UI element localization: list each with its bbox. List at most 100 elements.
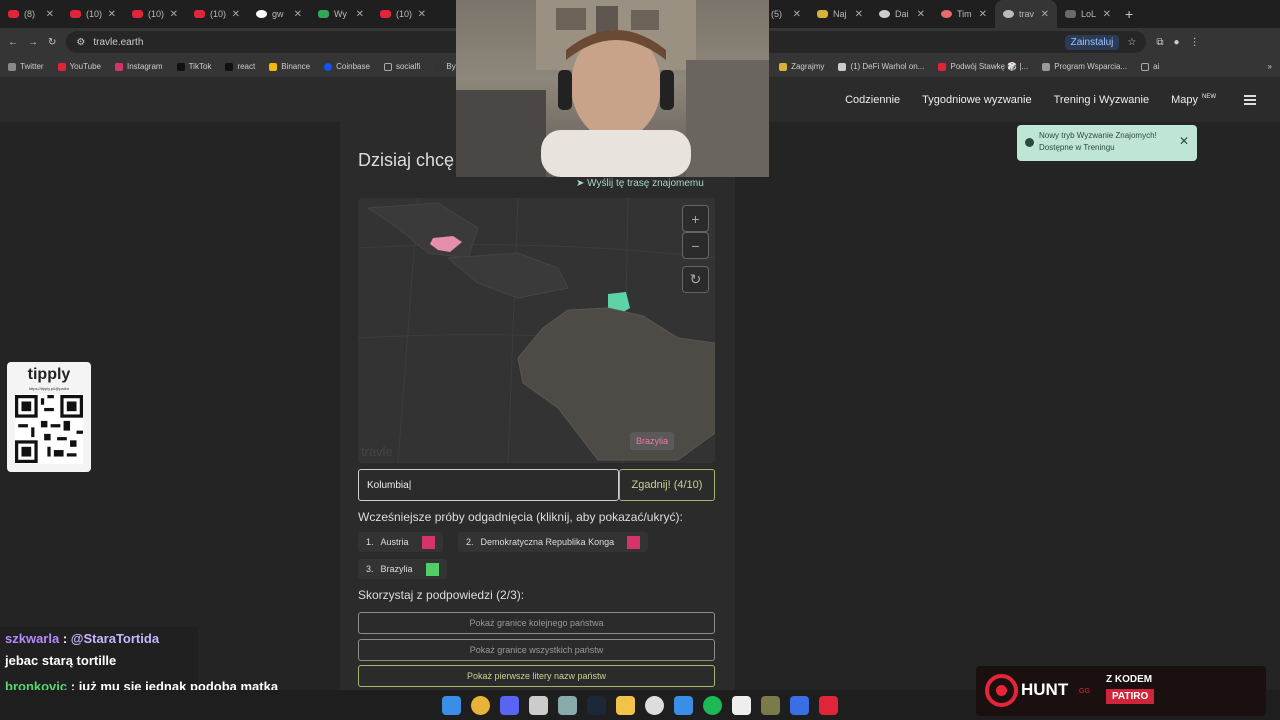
app-icon[interactable] bbox=[674, 695, 693, 715]
close-icon[interactable]: ✕ bbox=[1103, 9, 1111, 20]
app-icon[interactable] bbox=[761, 695, 780, 715]
bookmark-zagrajmy[interactable]: Zagrajmy bbox=[779, 62, 824, 71]
close-icon[interactable]: ✕ bbox=[979, 9, 987, 20]
bookmark-coinbase[interactable]: Coinbase bbox=[324, 62, 370, 71]
tab-1[interactable]: (8) ✕ bbox=[0, 0, 62, 28]
spotify-icon[interactable] bbox=[703, 695, 722, 715]
page-icon bbox=[1042, 62, 1051, 71]
webcam-feed bbox=[456, 0, 769, 177]
previous-guess-item[interactable]: 2. Demokratyczna Republika Konga bbox=[458, 532, 649, 552]
close-icon[interactable]: ✕ bbox=[170, 9, 178, 20]
tab-6[interactable]: Wy ✕ bbox=[310, 0, 372, 28]
profile-icon[interactable]: ● bbox=[1174, 37, 1180, 48]
chrome-icon[interactable] bbox=[471, 695, 490, 715]
tab-4[interactable]: (10) ✕ bbox=[186, 0, 248, 28]
share-route-link[interactable]: ➤ Wyślij tę trasę znajomemu bbox=[576, 178, 704, 189]
forward-icon[interactable]: → bbox=[28, 37, 38, 48]
tab-2[interactable]: (10) ✕ bbox=[62, 0, 124, 28]
chevron-right-icon[interactable]: » bbox=[1268, 62, 1272, 71]
close-icon[interactable]: ✕ bbox=[855, 9, 863, 20]
app-icon[interactable] bbox=[819, 695, 838, 715]
close-icon[interactable]: ✕ bbox=[108, 9, 116, 20]
bookmark-program-wsparcia[interactable]: Program Wsparcia... bbox=[1042, 62, 1127, 71]
hint-all-borders-button[interactable]: Pokaż granice wszystkich państw bbox=[358, 639, 715, 661]
tab-5[interactable]: gw ✕ bbox=[248, 0, 310, 28]
hamburger-menu-icon[interactable] bbox=[1244, 95, 1256, 105]
chat-message: szkwarla : @StaraTortida bbox=[5, 631, 160, 646]
previous-guess-item[interactable]: 1. Austria bbox=[358, 532, 443, 552]
install-button[interactable]: Zainstaluj bbox=[1064, 34, 1120, 50]
tab-13[interactable]: LoL ✕ bbox=[1057, 0, 1119, 28]
bookmark-socialfi[interactable]: socialfi bbox=[383, 62, 420, 71]
map-watermark: travle bbox=[361, 444, 393, 459]
close-icon[interactable]: ✕ bbox=[793, 9, 801, 20]
zoom-in-button[interactable]: + bbox=[682, 205, 709, 232]
close-icon[interactable]: ✕ bbox=[232, 9, 240, 20]
close-icon[interactable]: ✕ bbox=[1179, 135, 1189, 147]
star-icon[interactable]: ☆ bbox=[1127, 37, 1136, 48]
close-icon[interactable]: ✕ bbox=[356, 9, 364, 20]
reload-icon[interactable]: ↻ bbox=[48, 37, 56, 48]
close-icon[interactable]: ✕ bbox=[1041, 9, 1049, 20]
menu-icon[interactable]: ⋮ bbox=[1190, 37, 1200, 48]
page-icon bbox=[941, 10, 952, 18]
app-icon[interactable] bbox=[732, 695, 751, 715]
nav-codziennie[interactable]: Codziennie bbox=[845, 94, 900, 106]
app-icon[interactable] bbox=[790, 695, 809, 715]
bookmark-instagram[interactable]: Instagram bbox=[115, 62, 163, 71]
tab-10[interactable]: Dai ✕ bbox=[871, 0, 933, 28]
close-icon[interactable]: ✕ bbox=[917, 9, 925, 20]
previous-guesses-toggle[interactable]: Wcześniejsze próby odgadnięcia (kliknij,… bbox=[358, 510, 683, 524]
bookmark-defi-warhol[interactable]: (1) DeFi Warhol on... bbox=[838, 62, 924, 71]
close-icon[interactable]: ✕ bbox=[418, 9, 426, 20]
text-cursor: | bbox=[408, 479, 412, 491]
site-info-icon[interactable]: ⚙ bbox=[76, 37, 85, 48]
bookmark-ai[interactable]: ai bbox=[1141, 62, 1159, 71]
back-icon[interactable]: ← bbox=[8, 37, 18, 48]
new-tab-button[interactable]: + bbox=[1125, 6, 1133, 22]
hunt-logo-icon bbox=[985, 674, 1018, 707]
bookmark-twitter[interactable]: Twitter bbox=[8, 62, 44, 71]
wrong-guess-swatch bbox=[627, 535, 641, 549]
tab-9[interactable]: Naj ✕ bbox=[809, 0, 871, 28]
tab-7[interactable]: (10) ✕ bbox=[372, 0, 434, 28]
folder-icon[interactable] bbox=[616, 695, 635, 715]
tab-11[interactable]: Tim ✕ bbox=[933, 0, 995, 28]
app-icon[interactable] bbox=[529, 695, 548, 715]
app-icon[interactable] bbox=[558, 695, 577, 715]
nav-mapy[interactable]: Mapy NEW bbox=[1171, 94, 1216, 106]
nav-tygodniowe-wyzwanie[interactable]: Tygodniowe wyzwanie bbox=[922, 94, 1031, 106]
tab-travle-active[interactable]: trav ✕ bbox=[995, 0, 1057, 28]
hint-next-border-button[interactable]: Pokaż granice kolejnego państwa bbox=[358, 612, 715, 634]
zoom-out-button[interactable]: − bbox=[682, 232, 709, 259]
previous-guess-item[interactable]: 3. Brazylia bbox=[358, 559, 447, 579]
extensions-icon[interactable]: ⧉ bbox=[1156, 37, 1163, 48]
bookmark-podwoj-stawke[interactable]: Podwój Stawkę 🎲 |... bbox=[938, 62, 1028, 71]
bookmark-youtube[interactable]: YouTube bbox=[57, 62, 101, 71]
nav-trening-i-wyzwanie[interactable]: Trening i Wyzwanie bbox=[1054, 94, 1149, 106]
steam-icon[interactable] bbox=[587, 695, 606, 715]
bookmark-tiktok[interactable]: TikTok bbox=[176, 62, 211, 71]
hints-title: Skorzystaj z podpowiedzi (2/3): bbox=[358, 588, 525, 602]
bookmark-binance[interactable]: Binance bbox=[269, 62, 310, 71]
app-icon[interactable] bbox=[645, 695, 664, 715]
guess-input[interactable]: Kolumbia | bbox=[358, 469, 619, 501]
youtube-icon bbox=[380, 10, 391, 18]
folder-icon bbox=[1141, 62, 1150, 71]
guess-button[interactable]: Zgadnij! (4/10) bbox=[619, 469, 715, 501]
discord-icon[interactable] bbox=[500, 695, 519, 715]
map[interactable]: + − ↻ travle Brazylia bbox=[358, 198, 715, 463]
medal-icon bbox=[1025, 138, 1034, 147]
chat-mention: @StaraTortida bbox=[70, 631, 160, 646]
reset-map-button[interactable]: ↻ bbox=[682, 266, 709, 293]
bookmark-react[interactable]: react bbox=[225, 62, 255, 71]
hint-first-letters-button[interactable]: Pokaż pierwsze litery nazw państw bbox=[358, 665, 715, 687]
page-icon bbox=[938, 62, 947, 71]
map-canvas bbox=[358, 198, 715, 463]
start-icon[interactable] bbox=[442, 695, 461, 715]
tab-3[interactable]: (10) ✕ bbox=[124, 0, 186, 28]
close-icon[interactable]: ✕ bbox=[46, 9, 54, 20]
chat-username: szkwarla bbox=[5, 631, 60, 646]
close-icon[interactable]: ✕ bbox=[294, 9, 302, 20]
promo-label: Z KODEM bbox=[1106, 674, 1153, 685]
